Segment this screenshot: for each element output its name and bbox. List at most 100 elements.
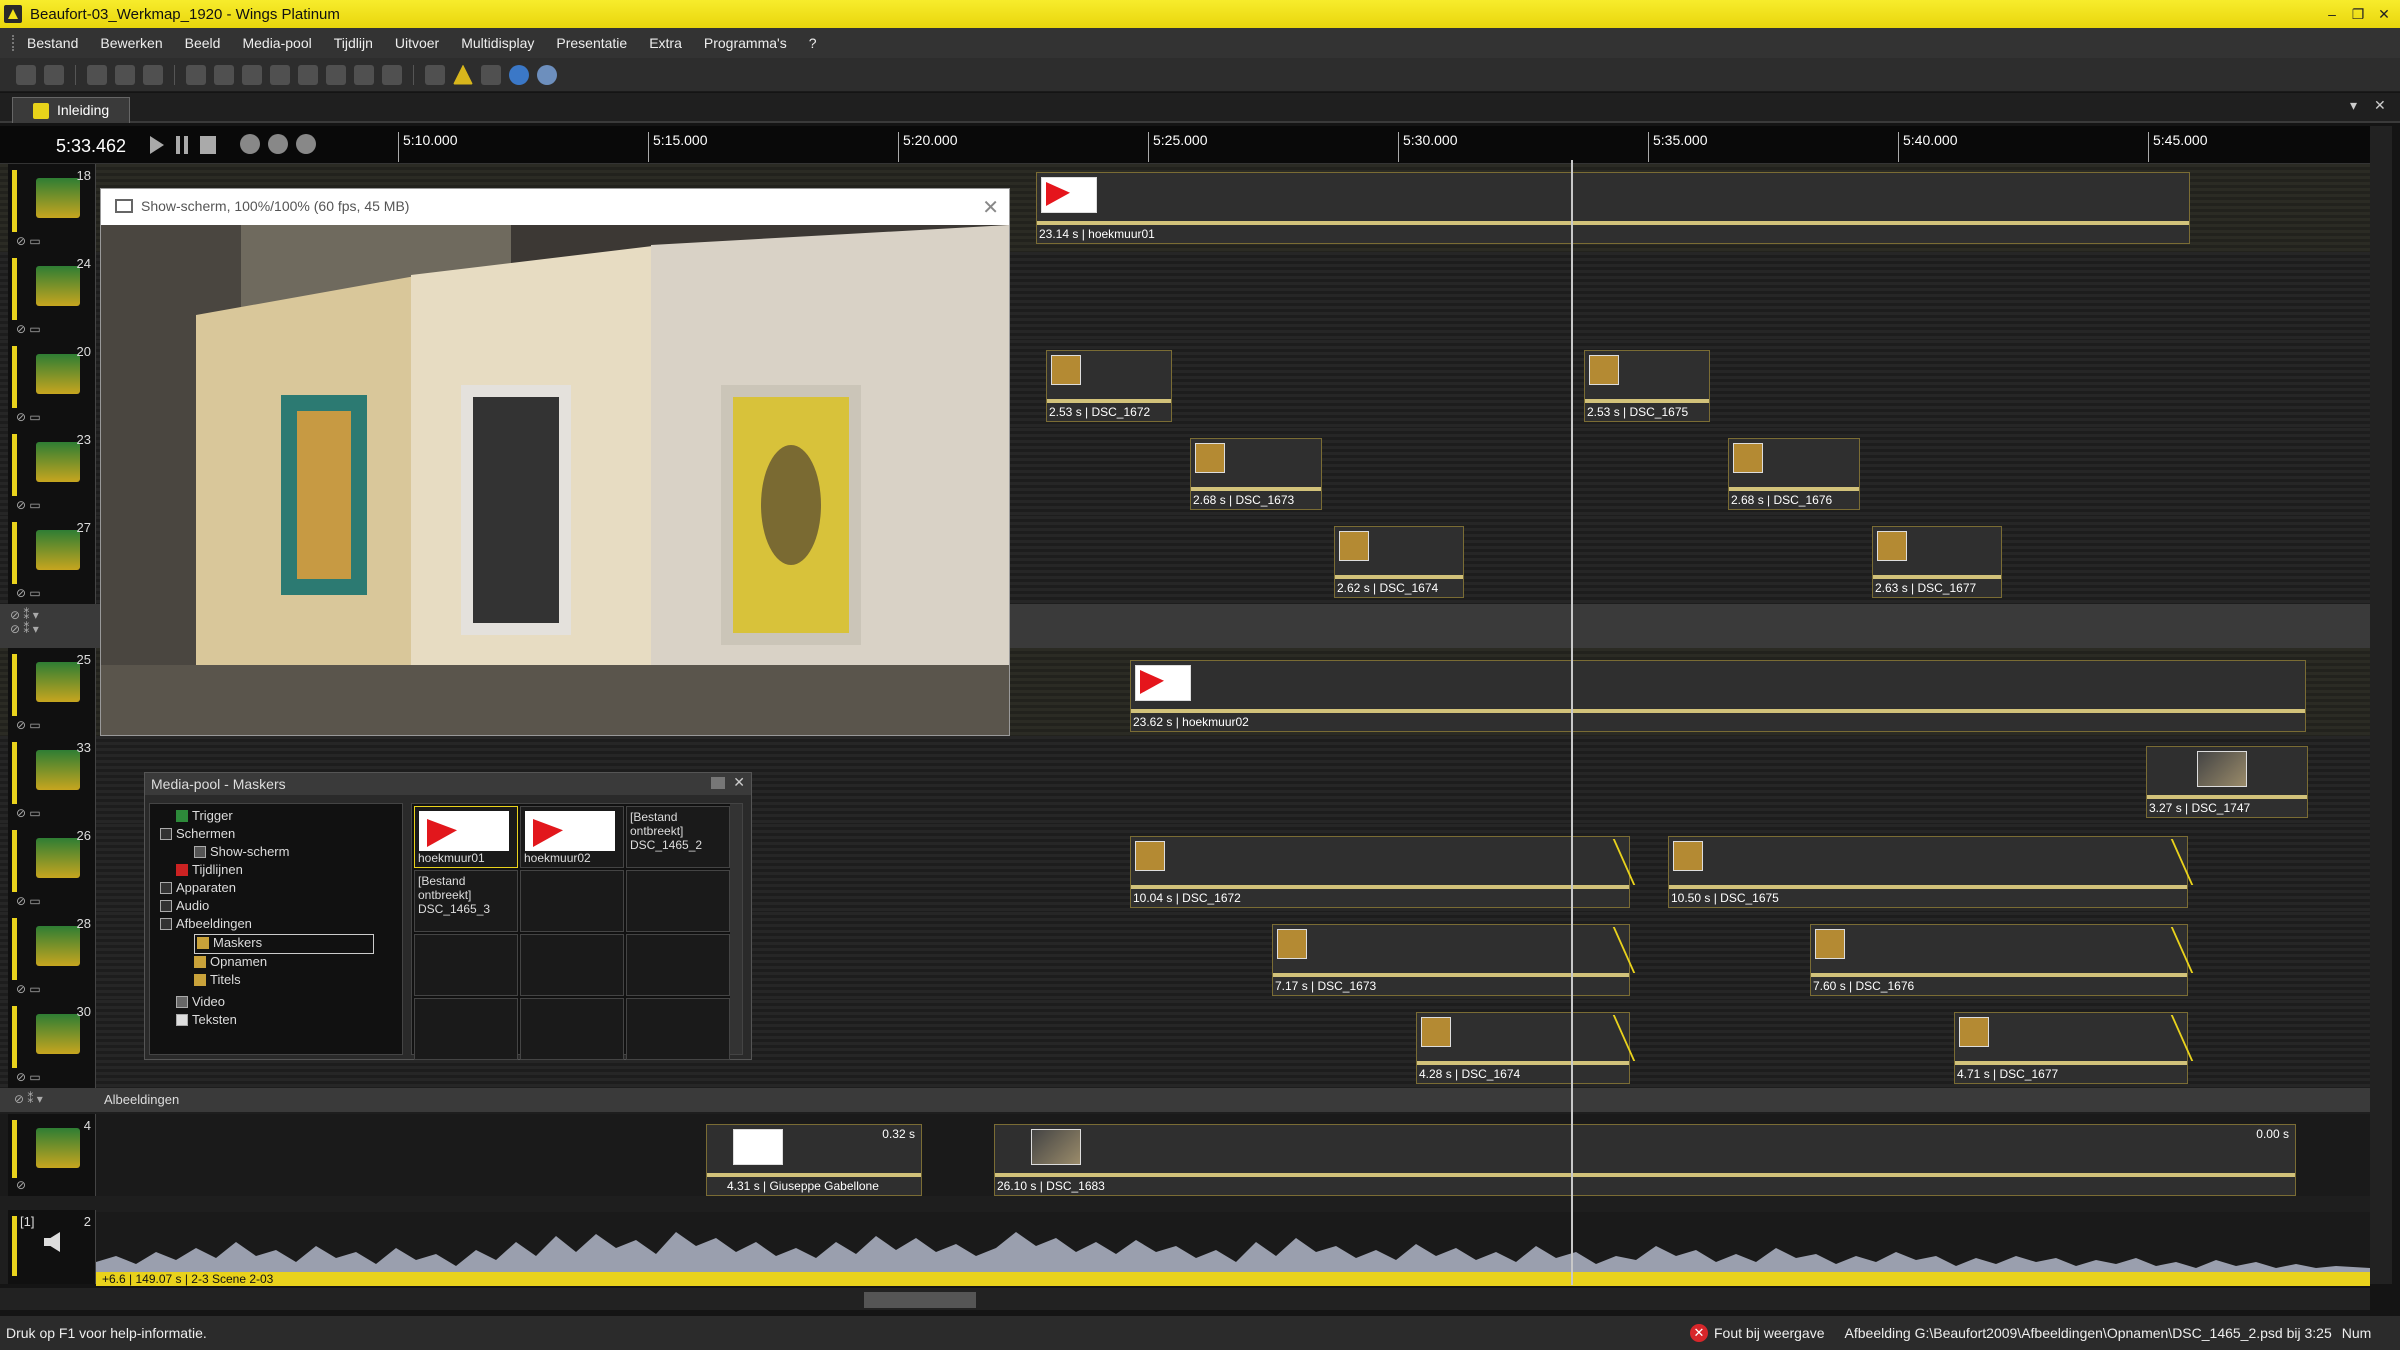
track-header[interactable]: 20 ⊘ ▭ — [8, 340, 96, 428]
track-header[interactable]: 4 ⊘ — [8, 1114, 96, 1196]
media-pool-close-icon[interactable]: ✕ — [733, 774, 745, 791]
expand-icon[interactable] — [160, 882, 172, 894]
fade-out-handle[interactable] — [2136, 1015, 2194, 1061]
vertical-scrollbar[interactable] — [2370, 126, 2392, 1284]
clip[interactable]: 7.60 s | DSC_1676 — [1810, 924, 2194, 996]
circle-icon[interactable] — [382, 64, 402, 85]
menu-bewerken[interactable]: Bewerken — [100, 35, 162, 51]
media-pool-grid[interactable]: hoekmuur01 hoekmuur02 [Bestand ontbreekt… — [411, 803, 743, 1060]
clip[interactable]: 2.68 s | DSC_1676 — [1728, 438, 1860, 510]
clip[interactable]: 3.27 s | DSC_1747 — [2146, 746, 2308, 818]
clipboard-icon[interactable] — [242, 64, 262, 85]
tree-item-maskers[interactable]: Maskers — [194, 934, 374, 954]
clip[interactable]: 4.71 s | DSC_1677 — [1954, 1012, 2194, 1084]
open-file-icon[interactable] — [44, 64, 64, 85]
status-error-text[interactable]: Fout bij weergave — [1714, 1325, 1825, 1341]
stop-icon[interactable] — [200, 136, 216, 154]
track-header[interactable]: 23 ⊘ ▭ — [8, 428, 96, 516]
track-header[interactable]: 28 ⊘ ▭ — [8, 912, 96, 1000]
clip[interactable]: 2.62 s | DSC_1674 — [1334, 526, 1464, 598]
show-screen-window[interactable]: Show-scherm, 100%/100% (60 fps, 45 MB) ✕ — [100, 188, 1010, 736]
fade-out-handle[interactable] — [2136, 927, 2194, 973]
zoom-out-icon[interactable] — [296, 134, 316, 154]
error-icon[interactable]: ✕ — [1690, 1324, 1708, 1342]
expand-icon[interactable] — [160, 900, 172, 912]
tree-item-video[interactable]: Video — [176, 994, 225, 1014]
clip[interactable]: 2.68 s | DSC_1673 — [1190, 438, 1322, 510]
clip[interactable]: 2.53 s | DSC_1672 — [1046, 350, 1172, 422]
menu-extra[interactable]: Extra — [649, 35, 682, 51]
menu-uitvoer[interactable]: Uitvoer — [395, 35, 439, 51]
expand-icon[interactable] — [160, 828, 172, 840]
horizontal-scroll-thumb[interactable] — [864, 1292, 976, 1308]
tree-item-trigger[interactable]: Trigger — [176, 808, 233, 828]
tab-inleiding[interactable]: Inleiding — [12, 97, 130, 123]
track-header[interactable]: 24 ⊘ ▭ — [8, 252, 96, 340]
clip[interactable]: 10.04 s | DSC_1672 — [1130, 836, 1636, 908]
clip[interactable]: 2.53 s | DSC_1675 — [1584, 350, 1710, 422]
track-mute-icon[interactable]: ⊘ ▭ — [16, 718, 92, 734]
clip[interactable]: 0.00 s 26.10 s | DSC_1683 — [994, 1124, 2296, 1196]
clip[interactable]: 23.62 s | hoekmuur02 — [1130, 660, 2306, 732]
menu-tijdlijn[interactable]: Tijdlijn — [334, 35, 373, 51]
show-window-close-button[interactable]: ✕ — [982, 195, 999, 220]
track-header[interactable]: 25 ⊘ ▭ — [8, 648, 96, 736]
save-all-icon[interactable] — [115, 64, 135, 85]
tree-item-tijdlijnen[interactable]: Tijdlijnen — [176, 862, 243, 882]
playhead-cursor[interactable] — [1571, 160, 1573, 1285]
track-header[interactable]: 18 ⊘ ▭ — [8, 164, 96, 252]
group-header[interactable]: ⊘ ⁑ ▾ Albeeldingen — [0, 1088, 2370, 1112]
fade-out-handle[interactable] — [1578, 1015, 1636, 1061]
media-grid-scrollbar[interactable] — [730, 804, 742, 1054]
play-icon[interactable] — [150, 136, 164, 154]
link-icon[interactable] — [270, 64, 290, 85]
zoom-fit-icon[interactable] — [268, 134, 288, 154]
list-icon[interactable] — [481, 64, 501, 85]
warning-icon[interactable] — [453, 64, 473, 85]
fade-out-handle[interactable] — [2136, 839, 2194, 885]
tree-item-teksten[interactable]: Teksten — [176, 1012, 237, 1032]
track-header[interactable]: 26 ⊘ ▭ — [8, 824, 96, 912]
track-mute-icon[interactable]: ⊘ ▭ — [16, 1070, 92, 1086]
horizontal-scrollbar[interactable] — [0, 1288, 2370, 1310]
track-mute-icon[interactable]: ⊘ ▭ — [16, 410, 92, 426]
speaker-icon[interactable] — [44, 1232, 60, 1252]
track-mute-icon[interactable]: ⊘ — [16, 1178, 92, 1194]
media-item[interactable]: [Bestand ontbreekt] DSC_1465_2 — [626, 806, 730, 868]
monitor-icon[interactable] — [425, 64, 445, 85]
track-mute-icon[interactable]: ⊘ ▭ — [16, 322, 92, 338]
info-icon[interactable] — [537, 64, 557, 85]
fade-out-handle[interactable] — [1578, 927, 1636, 973]
menu-bestand[interactable]: Bestand — [27, 35, 78, 51]
media-item[interactable]: [Bestand ontbreekt] DSC_1465_3 — [414, 870, 518, 932]
track-header[interactable]: 33 ⊘ ▭ — [8, 736, 96, 824]
media-pool-caption[interactable]: Media-pool - Maskers ✕ — [145, 773, 751, 795]
scissors-icon[interactable] — [326, 64, 346, 85]
restore-button[interactable]: ❐ — [2350, 6, 2366, 22]
tree-item-show-scherm[interactable]: Show-scherm — [194, 844, 289, 864]
save-icon[interactable] — [87, 64, 107, 85]
tree-item-schermen[interactable]: Schermen — [160, 826, 235, 846]
track-mute-icon[interactable]: ⊘ ▭ — [16, 586, 92, 602]
refresh-icon[interactable] — [354, 64, 374, 85]
menu-programmas[interactable]: Programma's — [704, 35, 787, 51]
help-icon[interactable] — [509, 64, 529, 85]
group-controls[interactable]: ⊘ ⁑ ▾ ⊘ ⁑ ▾ — [10, 608, 100, 644]
track-header[interactable]: 27 ⊘ ▭ — [8, 516, 96, 604]
menu-beeld[interactable]: Beeld — [185, 35, 221, 51]
track-mute-icon[interactable]: ⊘ ▭ — [16, 234, 92, 250]
minimize-button[interactable]: – — [2324, 6, 2340, 22]
time-ruler[interactable]: 5:33.462 5:10.000 5:15.000 5:20.000 5:25… — [0, 126, 2370, 164]
audio-track-header[interactable]: [1] 2 — [8, 1210, 96, 1284]
undo-icon[interactable] — [186, 64, 206, 85]
tree-item-titels[interactable]: Titels — [194, 972, 241, 992]
menu-help[interactable]: ? — [809, 35, 817, 51]
track-mute-icon[interactable]: ⊘ ▭ — [16, 982, 92, 998]
media-pool-panel[interactable]: Media-pool - Maskers ✕ Trigger Schermen … — [144, 772, 752, 1060]
new-file-icon[interactable] — [16, 64, 36, 85]
pause-icon[interactable] — [176, 136, 188, 154]
clip[interactable]: 7.17 s | DSC_1673 — [1272, 924, 1636, 996]
menu-presentatie[interactable]: Presentatie — [556, 35, 627, 51]
redo-icon[interactable] — [214, 64, 234, 85]
media-item[interactable]: hoekmuur01 — [414, 806, 518, 868]
